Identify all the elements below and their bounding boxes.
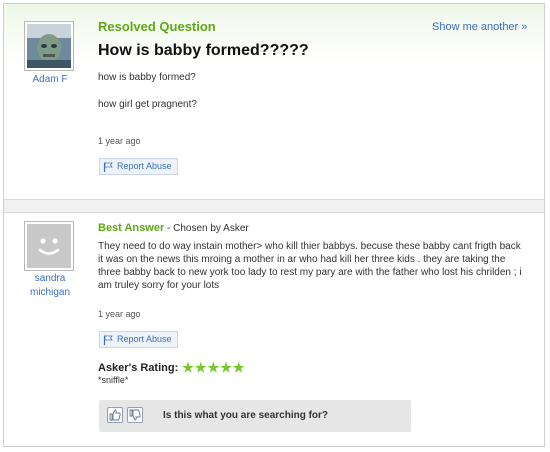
asker-avatar[interactable] [24,21,74,71]
feedback-bar: Is this what you are searching for? [99,400,411,432]
answer-timestamp: 1 year ago [98,309,141,319]
answerer-avatar[interactable] [24,221,74,271]
resolved-question-label: Resolved Question [98,19,216,34]
question-details-line2: how girl get pragnent? [98,99,197,110]
best-answer-header: Best Answer - Chosen by Asker [98,222,249,234]
flag-icon [103,335,113,345]
question-section: Adam F Resolved Question Show me another… [4,4,544,199]
user-photo-icon [27,24,71,68]
thumbs-down-button[interactable] [127,407,143,423]
thumbs-up-icon [109,409,121,421]
best-answer-label: Best Answer [98,222,165,234]
answerer-name-line1[interactable]: sandra [10,272,90,285]
rating-comment: *sniffle* [98,375,129,385]
thumbs-down-icon [129,409,141,421]
feedback-prompt: Is this what you are searching for? [163,410,329,421]
question-title: How is babby formed????? [98,42,309,59]
flag-icon [103,162,113,172]
section-divider [4,199,544,213]
report-abuse-button[interactable]: Report Abuse [99,158,178,175]
askers-rating: Asker's Rating: ★★★★★ [98,360,246,376]
report-abuse-label: Report Abuse [117,161,172,171]
answer-report-abuse-label: Report Abuse [117,334,172,344]
rating-stars: ★★★★★ [182,360,246,375]
chosen-by-label: - Chosen by Asker [164,223,249,234]
answer-report-abuse-button[interactable]: Report Abuse [99,331,178,348]
thumbs-up-button[interactable] [107,407,123,423]
rating-label: Asker's Rating: [98,362,179,374]
qa-page: Adam F Resolved Question Show me another… [3,3,545,447]
answer-body: They need to do way instain mother> who … [98,241,522,291]
question-details-line1: how is babby formed? [98,72,196,83]
asker-name[interactable]: Adam F [10,73,90,86]
default-avatar-icon [27,224,71,268]
answerer-name-line2[interactable]: michigan [10,286,90,299]
question-timestamp: 1 year ago [98,136,141,146]
show-another-link[interactable]: Show me another » [432,21,527,33]
